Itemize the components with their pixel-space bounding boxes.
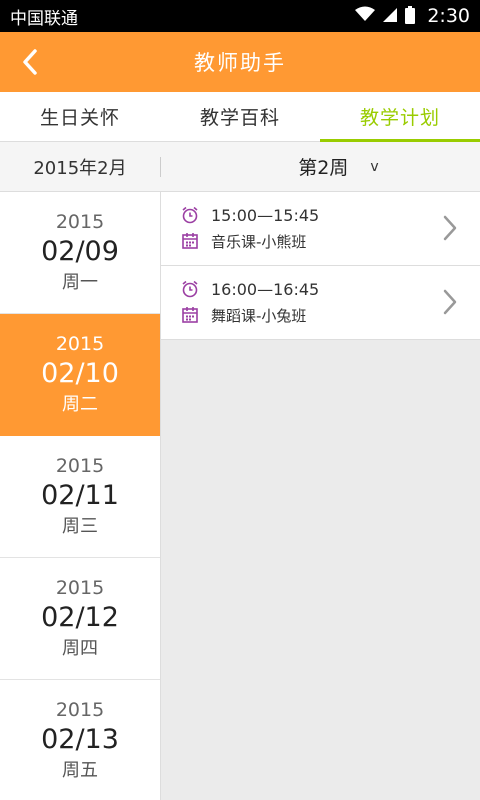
tab-teaching-encyclopedia[interactable]: 教学百科: [160, 92, 320, 141]
calendar-icon: [181, 306, 199, 324]
day-item-monday[interactable]: 2015 02/09 周一: [0, 192, 160, 314]
schedule-course: 舞蹈课-小兔班: [211, 306, 307, 325]
back-button[interactable]: [14, 46, 46, 78]
page-title: 教师助手: [194, 51, 286, 75]
day-date: 02/10: [41, 357, 119, 389]
day-weekday: 周三: [62, 515, 98, 537]
schedule-time-row: 16:00—16:45: [181, 276, 480, 302]
alarm-clock-icon: [181, 280, 199, 298]
day-item-wednesday[interactable]: 2015 02/11 周三: [0, 436, 160, 558]
chevron-down-icon: v: [370, 158, 379, 175]
battery-icon: [405, 6, 416, 24]
week-label: 第2周: [298, 157, 349, 179]
day-year: 2015: [55, 454, 105, 477]
signal-icon: [383, 7, 398, 26]
tab-teaching-plan[interactable]: 教学计划: [320, 92, 480, 142]
day-list: 2015 02/09 周一 2015 02/10 周二 2015 02/11 周…: [0, 192, 160, 800]
schedule-time: 16:00—16:45: [211, 279, 320, 299]
day-item-friday[interactable]: 2015 02/13 周五: [0, 680, 160, 800]
day-date: 02/11: [41, 479, 119, 511]
schedule-time: 15:00—15:45: [211, 205, 320, 225]
schedule-item[interactable]: 15:00—15:45 音乐课-小熊班: [161, 192, 480, 266]
calendar-icon: [181, 232, 199, 250]
schedule-course: 音乐课-小熊班: [211, 232, 307, 251]
day-weekday: 周四: [62, 637, 98, 659]
title-bar: 教师助手: [0, 32, 480, 92]
day-year: 2015: [55, 698, 105, 721]
schedule-time-row: 15:00—15:45: [181, 202, 480, 228]
day-year: 2015: [55, 576, 105, 599]
back-arrow-icon: [23, 49, 37, 75]
schedule-course-row: 音乐课-小熊班: [181, 228, 480, 254]
carrier-label: 中国联通: [10, 8, 78, 29]
schedule-item[interactable]: 16:00—16:45 舞蹈课-小兔班: [161, 266, 480, 340]
day-date: 02/12: [41, 601, 119, 633]
clock-label: 2:30: [427, 5, 470, 27]
day-item-tuesday[interactable]: 2015 02/10 周二: [0, 314, 160, 436]
wifi-icon: [355, 6, 376, 26]
chevron-right-icon: [442, 214, 458, 246]
day-weekday: 周一: [62, 271, 98, 293]
alarm-clock-icon: [181, 206, 199, 224]
day-weekday: 周二: [62, 393, 98, 415]
chevron-right-icon: [442, 288, 458, 320]
status-icons: 2:30: [355, 5, 470, 27]
schedule-list: 15:00—15:45 音乐课-小熊班 16:00—16:45 舞蹈课-小兔班: [160, 192, 480, 800]
week-selector[interactable]: 第2周 v: [161, 153, 480, 180]
tab-bar: 生日关怀 教学百科 教学计划: [0, 92, 480, 142]
day-year: 2015: [55, 332, 105, 355]
day-item-thursday[interactable]: 2015 02/12 周四: [0, 558, 160, 680]
day-date: 02/13: [41, 723, 119, 755]
tab-birthday-care[interactable]: 生日关怀: [0, 92, 160, 141]
day-year: 2015: [55, 210, 105, 233]
month-selector[interactable]: 2015年2月: [0, 154, 160, 180]
filter-row: 2015年2月 第2周 v: [0, 142, 480, 192]
day-weekday: 周五: [62, 759, 98, 781]
day-date: 02/09: [41, 235, 119, 267]
schedule-course-row: 舞蹈课-小兔班: [181, 302, 480, 328]
status-bar: 中国联通 2:30: [0, 0, 480, 32]
